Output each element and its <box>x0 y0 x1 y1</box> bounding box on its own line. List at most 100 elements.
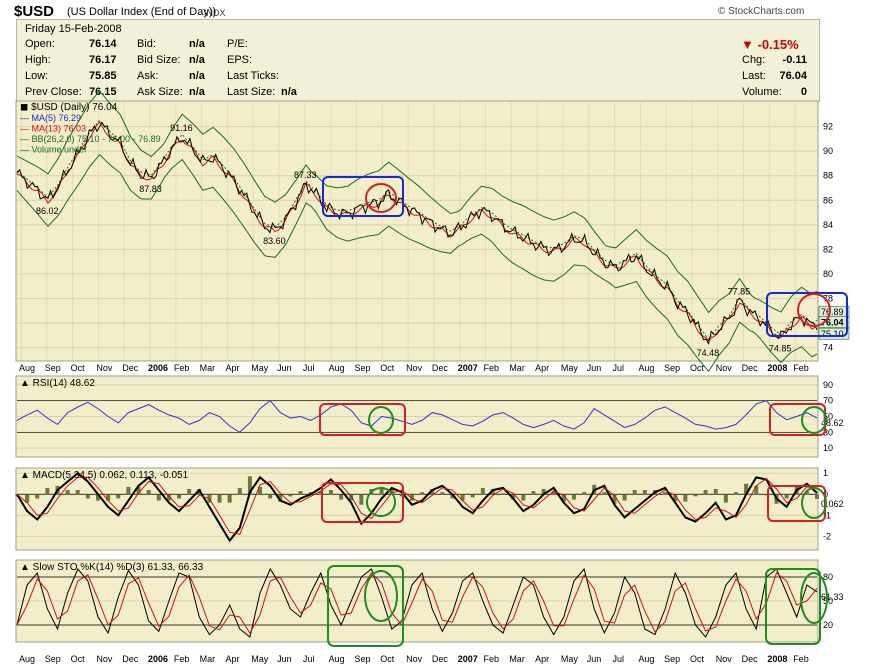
macd-histogram-bar <box>177 494 182 499</box>
macd-histogram-bar <box>703 490 708 495</box>
month-label-price: Oct <box>690 363 705 373</box>
month-label-price: Sep <box>354 363 370 373</box>
indicator-y-tick-label: 1 <box>823 468 828 478</box>
macd-histogram-bar <box>531 491 536 495</box>
month-label-bottom: Dec <box>122 654 139 664</box>
month-label-bottom: Nov <box>406 654 423 664</box>
macd-histogram-bar <box>420 492 425 495</box>
month-label-bottom: Feb <box>793 654 809 664</box>
macd-histogram-bar <box>571 494 576 500</box>
macd-histogram-bar <box>217 494 222 503</box>
month-label-bottom: 2006 <box>148 654 168 664</box>
month-label-bottom: Apr <box>535 654 549 664</box>
price-y-tick-label: 82 <box>823 244 833 254</box>
macd-histogram-bar <box>784 494 789 499</box>
macd-histogram-bar <box>713 489 718 495</box>
month-label-bottom: May <box>561 654 579 664</box>
indicator-y-tick-label: -2 <box>823 531 831 541</box>
price-y-tick-label: 84 <box>823 220 833 230</box>
macd-histogram-bar <box>146 490 151 495</box>
price-annotation: 83.60 <box>263 236 286 246</box>
month-label-price: Aug <box>19 363 35 373</box>
price-legend-item: — MA(5) 76.29 <box>20 113 81 123</box>
month-label-price: Mar <box>509 363 525 373</box>
macd-histogram-bar <box>470 494 475 498</box>
month-label-bottom: Oct <box>380 654 395 664</box>
price-value-tag-label: 76.89 <box>821 307 844 317</box>
macd-histogram-bar <box>683 494 688 502</box>
indicator-title: ▲ Slow STO %K(14) %D(3) 61.33, 66.33 <box>20 562 204 573</box>
indicator-title: ▲ MACD(5,34,5) 0.062, 0.113, -0.051 <box>20 470 189 481</box>
price-annotation: 77.85 <box>728 286 751 296</box>
price-legend-item: — Volume undef <box>20 145 87 155</box>
macd-histogram-bar <box>663 492 668 495</box>
month-label-price: Jul <box>613 363 625 373</box>
indicator-y-tick-label: 90 <box>823 380 833 390</box>
month-label-bottom: Jul <box>303 654 315 664</box>
price-y-tick-label: 74 <box>823 343 833 353</box>
month-label-bottom: Oct <box>71 654 86 664</box>
price-y-tick-label: 90 <box>823 146 833 156</box>
month-label-bottom: Jul <box>613 654 625 664</box>
indicator-y-tick-label: 20 <box>823 620 833 630</box>
month-label-price: Apr <box>535 363 549 373</box>
month-label-price: Aug <box>329 363 345 373</box>
month-label-price: Dec <box>432 363 449 373</box>
month-label-price: May <box>561 363 579 373</box>
macd-histogram-bar <box>75 490 80 495</box>
price-annotation: 74.48 <box>697 348 720 358</box>
macd-histogram-bar <box>359 494 364 505</box>
indicator-y-tick-label: 70 <box>823 396 833 406</box>
month-label-price: Oct <box>71 363 86 373</box>
macd-histogram-bar <box>693 494 698 497</box>
month-label-bottom: Feb <box>484 654 500 664</box>
month-label-bottom: Aug <box>329 654 345 664</box>
price-annotation: 74.85 <box>769 343 792 353</box>
price-annotation: 87.83 <box>139 184 162 194</box>
month-label-price: Jun <box>587 363 602 373</box>
macd-histogram-bar <box>723 494 728 503</box>
month-label-bottom: Mar <box>509 654 525 664</box>
macd-histogram-bar <box>156 494 161 501</box>
month-label-price: Nov <box>406 363 423 373</box>
price-title: ◼ $USD (Daily) 76.04 <box>20 102 118 113</box>
macd-histogram-bar <box>622 494 627 501</box>
indicator-y-tick-label: 10 <box>823 443 833 453</box>
macd-histogram-bar <box>116 494 121 499</box>
price-y-tick-label: 88 <box>823 171 833 181</box>
macd-histogram-bar <box>521 494 526 501</box>
month-label-bottom: Jun <box>277 654 292 664</box>
sto-value-tag: 61.33 <box>821 592 844 602</box>
macd-histogram-bar <box>187 489 192 495</box>
month-label-price: Sep <box>664 363 680 373</box>
month-label-bottom: Sep <box>664 654 680 664</box>
macd-histogram-bar <box>632 490 637 495</box>
macd-histogram-bar <box>227 494 232 503</box>
macd-histogram-bar <box>298 491 303 495</box>
month-label-bottom: Jun <box>587 654 602 664</box>
month-label-price: May <box>251 363 269 373</box>
chart-area: 74767880828486889092AugAugSepSepOctOctNo… <box>15 90 850 664</box>
month-label-bottom: Nov <box>716 654 733 664</box>
month-label-bottom: Oct <box>690 654 705 664</box>
month-label-bottom: Nov <box>96 654 113 664</box>
month-label-bottom: Dec <box>742 654 759 664</box>
macd-histogram-bar <box>35 494 40 499</box>
month-label-bottom: Aug <box>19 654 35 664</box>
macd-histogram-bar <box>268 494 273 499</box>
macd-histogram-bar <box>602 492 607 495</box>
month-label-bottom: May <box>251 654 269 664</box>
macd-histogram-bar <box>815 494 819 499</box>
macd-histogram-bar <box>733 492 738 495</box>
macd-histogram-bar <box>501 493 506 495</box>
month-label-bottom: Dec <box>432 654 449 664</box>
price-legend-item: — BB(26,2.0) 75.10 - 76.00 - 76.89 <box>20 134 161 144</box>
month-label-bottom: Sep <box>45 654 61 664</box>
month-label-price: Feb <box>793 363 809 373</box>
month-label-bottom: Apr <box>225 654 239 664</box>
price-y-tick-label: 86 <box>823 195 833 205</box>
macd-histogram-bar <box>126 486 131 495</box>
month-label-price: Oct <box>380 363 395 373</box>
price-y-tick-label: 92 <box>823 122 833 132</box>
month-label-price: 2006 <box>148 363 168 373</box>
